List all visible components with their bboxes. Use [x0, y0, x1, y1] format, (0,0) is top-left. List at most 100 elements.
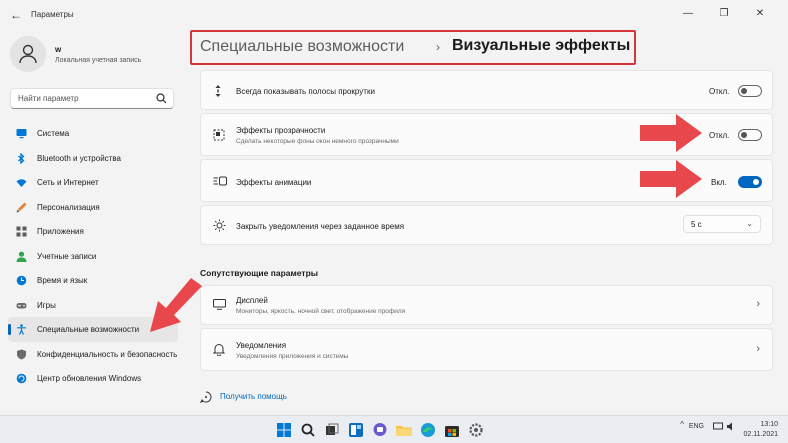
brush-icon: [16, 202, 27, 212]
sidebar-item-label: Bluetooth и устройства: [37, 153, 121, 163]
sidebar-item-label: Персонализация: [37, 202, 100, 212]
settings-gear-icon[interactable]: [467, 421, 485, 439]
sidebar-item-label: Приложения: [37, 227, 84, 236]
system-tray-icons[interactable]: [713, 422, 736, 433]
red-arrow-sidebar: [150, 278, 202, 332]
select-value: 5 с: [691, 220, 702, 229]
clock-date: 02.11.2021: [743, 431, 778, 438]
apps-icon: [16, 226, 27, 237]
search-icon[interactable]: [156, 93, 167, 104]
setting-title: Уведомления: [236, 341, 287, 350]
settings-window: ← Параметры — ❐ ✕ w Локальная учетная за…: [0, 0, 788, 415]
related-display[interactable]: Дисплей Мониторы, яркость, ночной свет, …: [200, 285, 773, 325]
edge-icon[interactable]: [419, 421, 437, 439]
notification-timeout-select[interactable]: 5 с ⌄: [683, 215, 761, 233]
sidebar-item-label: Конфиденциальность и безопасность: [37, 349, 177, 359]
account-type: Локальная учетная запись: [55, 57, 142, 64]
task-view-icon[interactable]: [323, 421, 341, 439]
transparency-icon: [213, 129, 225, 141]
volume-icon: [727, 422, 732, 431]
sidebar-item-privacy[interactable]: Конфиденциальность и безопасность: [8, 342, 178, 367]
network-icon: [16, 179, 27, 187]
tray-overflow-icon[interactable]: ^: [680, 420, 684, 429]
clock-time: 13:10: [760, 421, 778, 428]
accessibility-icon: [17, 324, 26, 335]
sidebar-item-accounts[interactable]: Учетные записи: [8, 244, 178, 269]
sidebar-item-system[interactable]: Система: [8, 121, 178, 146]
scrollbar-icon: [215, 85, 221, 97]
bell-icon: [213, 344, 225, 356]
start-icon[interactable]: [275, 421, 293, 439]
sidebar-item-label: Центр обновления Windows: [37, 374, 142, 383]
person-icon: [16, 251, 27, 262]
taskbar: ^ ENG 13:10 02.11.2021: [0, 415, 788, 443]
setting-title: Закрыть уведомления через заданное время: [236, 222, 405, 231]
setting-notification-timeout: Закрыть уведомления через заданное время…: [200, 205, 773, 245]
window-title: Параметры: [31, 10, 74, 19]
animation-toggle[interactable]: [738, 176, 762, 188]
sidebar-item-personalization[interactable]: Персонализация: [8, 195, 178, 220]
update-icon: [16, 373, 27, 384]
sidebar-item-network[interactable]: Сеть и Интернет: [8, 170, 178, 195]
chevron-right-icon: ›: [756, 298, 760, 310]
related-settings-heading: Сопутствующие параметры: [200, 268, 319, 278]
brightness-icon: [213, 219, 226, 232]
breadcrumb-separator: ›: [436, 40, 440, 54]
title-bar: ← Параметры — ❐ ✕: [0, 0, 788, 30]
file-explorer-icon[interactable]: [395, 421, 413, 439]
minimize-button[interactable]: —: [670, 5, 706, 23]
shield-icon: [17, 349, 26, 359]
gamepad-icon: [16, 302, 27, 308]
taskbar-apps: [275, 421, 485, 439]
toggle-state-label: Вкл.: [711, 178, 727, 187]
search-input[interactable]: Найти параметр: [10, 88, 174, 109]
search-icon[interactable]: [299, 421, 317, 439]
chevron-down-icon: ⌄: [746, 219, 753, 228]
globe-clock-icon: [16, 275, 27, 286]
person-icon: [19, 44, 37, 64]
monitor-icon: [213, 299, 226, 310]
breadcrumb-parent[interactable]: Специальные возможности: [200, 38, 404, 56]
toggle-state-label: Откл.: [709, 131, 730, 140]
back-arrow-icon[interactable]: ←: [10, 9, 22, 21]
sidebar-nav: Система Bluetooth и устройства Сеть и Ин…: [8, 121, 178, 391]
help-icon: [200, 391, 212, 403]
setting-title: Дисплей: [236, 296, 268, 305]
sidebar-item-label: Сеть и Интернет: [37, 178, 99, 187]
user-profile[interactable]: w Локальная учетная запись: [10, 36, 180, 76]
setting-subtitle: Мониторы, яркость, ночной свет, отображе…: [236, 308, 406, 315]
language-indicator[interactable]: ENG: [689, 423, 704, 430]
related-notifications[interactable]: Уведомления Уведомления приложения и сис…: [200, 328, 773, 371]
chevron-right-icon: ›: [756, 343, 760, 355]
window-controls: — ❐ ✕: [670, 5, 778, 23]
sidebar-item-bluetooth[interactable]: Bluetooth и устройства: [8, 146, 178, 171]
page-title: Визуальные эффекты: [452, 37, 631, 54]
avatar[interactable]: [10, 36, 46, 72]
sidebar-item-label: Учетные записи: [37, 251, 97, 261]
transparency-toggle[interactable]: [738, 129, 762, 141]
breadcrumb: Специальные возможности › Визуальные эфф…: [190, 30, 636, 65]
get-help-label: Получить помощь: [220, 392, 287, 401]
setting-title: Всегда показывать полосы прокрутки: [236, 87, 375, 96]
sidebar-item-apps[interactable]: Приложения: [8, 219, 178, 244]
sidebar-item-label: Система: [37, 129, 70, 138]
toggle-state-label: Откл.: [709, 87, 730, 96]
maximize-button[interactable]: ❐: [706, 5, 742, 23]
setting-title: Эффекты анимации: [236, 178, 312, 187]
sidebar-item-windows-update[interactable]: Центр обновления Windows: [8, 366, 178, 391]
search-placeholder: Найти параметр: [18, 94, 79, 103]
scrollbars-toggle[interactable]: [738, 85, 762, 97]
animation-icon: [213, 176, 227, 186]
red-arrow-transparency: [640, 114, 702, 152]
store-icon[interactable]: [443, 421, 461, 439]
close-button[interactable]: ✕: [742, 5, 778, 23]
network-icon: [713, 422, 724, 430]
setting-subtitle: Сделать некоторые фоны окон немного проз…: [236, 138, 399, 145]
chat-icon[interactable]: [371, 421, 389, 439]
setting-subtitle: Уведомления приложения и системы: [236, 353, 349, 360]
user-name: w: [55, 45, 62, 54]
red-arrow-animation: [640, 160, 702, 198]
setting-title: Эффекты прозрачности: [236, 126, 326, 135]
setting-scrollbars: Всегда показывать полосы прокрутки Откл.: [200, 70, 773, 110]
widgets-icon[interactable]: [347, 421, 365, 439]
